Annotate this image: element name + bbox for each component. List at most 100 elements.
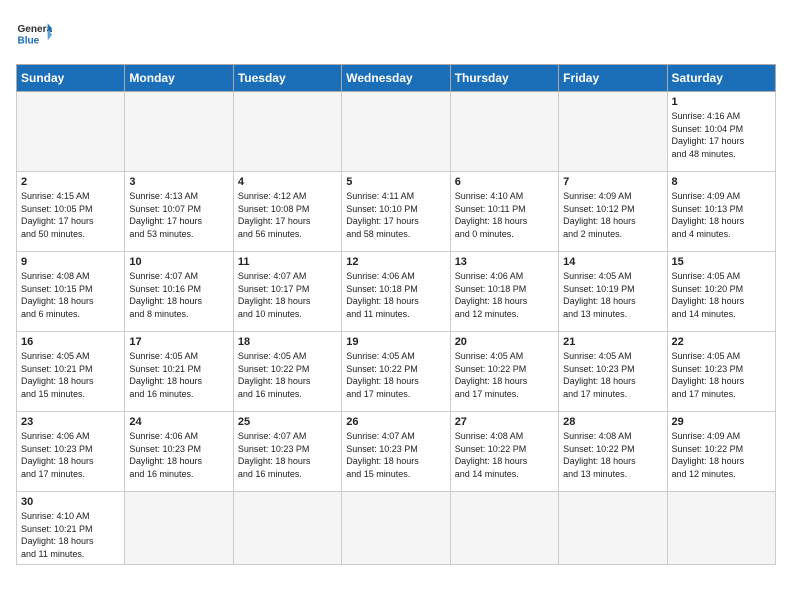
- weekday-header-row: SundayMondayTuesdayWednesdayThursdayFrid…: [17, 65, 776, 92]
- day-number: 22: [672, 336, 771, 348]
- day-number: 19: [346, 336, 445, 348]
- weekday-header-wednesday: Wednesday: [342, 65, 450, 92]
- weekday-header-thursday: Thursday: [450, 65, 558, 92]
- calendar-cell: [450, 492, 558, 565]
- calendar-cell: 6Sunrise: 4:10 AM Sunset: 10:11 PM Dayli…: [450, 172, 558, 252]
- day-number: 8: [672, 176, 771, 188]
- calendar-week-row: 9Sunrise: 4:08 AM Sunset: 10:15 PM Dayli…: [17, 252, 776, 332]
- weekday-header-sunday: Sunday: [17, 65, 125, 92]
- calendar-week-row: 2 Sunrise: 4:15 AM Sunset: 10:05 PM Dayli…: [17, 172, 776, 252]
- calendar-cell: 8 Sunrise: 4:09 AM Sunset: 10:13 PM Dayli…: [667, 172, 775, 252]
- calendar-cell: 3Sunrise: 4:13 AM Sunset: 10:07 PM Dayli…: [125, 172, 233, 252]
- day-number: 12: [346, 256, 445, 268]
- day-number: 21: [563, 336, 662, 348]
- calendar-cell: 12 Sunrise: 4:06 AM Sunset: 10:18 PM Dayl…: [342, 252, 450, 332]
- calendar-cell: 17 Sunrise: 4:05 AM Sunset: 10:21 PM Dayl…: [125, 332, 233, 412]
- day-number: 18: [238, 336, 337, 348]
- weekday-header-tuesday: Tuesday: [233, 65, 341, 92]
- calendar-cell: [125, 492, 233, 565]
- day-info: Sunrise: 4:09 AM Sunset: 10:13 PM Daylig…: [672, 190, 771, 240]
- calendar-cell: [233, 492, 341, 565]
- day-number: 10: [129, 256, 228, 268]
- day-number: 16: [21, 336, 120, 348]
- calendar-cell: 4 Sunrise: 4:12 AM Sunset: 10:08 PM Dayli…: [233, 172, 341, 252]
- day-number: 17: [129, 336, 228, 348]
- day-info: Sunrise: 4:05 AM Sunset: 10:22 PM Daylig…: [455, 350, 554, 400]
- page-header: General Blue: [16, 16, 776, 52]
- day-number: 28: [563, 416, 662, 428]
- calendar-cell: [667, 492, 775, 565]
- day-number: 11: [238, 256, 337, 268]
- day-info: Sunrise: 4:05 AM Sunset: 10:21 PM Daylig…: [21, 350, 120, 400]
- calendar-cell: [342, 492, 450, 565]
- day-number: 20: [455, 336, 554, 348]
- calendar-cell: 18Sunrise: 4:05 AM Sunset: 10:22 PM Dayl…: [233, 332, 341, 412]
- weekday-header-friday: Friday: [559, 65, 667, 92]
- calendar-table: SundayMondayTuesdayWednesdayThursdayFrid…: [16, 64, 776, 565]
- day-info: Sunrise: 4:08 AM Sunset: 10:15 PM Daylig…: [21, 270, 120, 320]
- day-info: Sunrise: 4:12 AM Sunset: 10:08 PM Daylig…: [238, 190, 337, 240]
- day-info: Sunrise: 4:10 AM Sunset: 10:11 PM Daylig…: [455, 190, 554, 240]
- day-number: 25: [238, 416, 337, 428]
- day-info: Sunrise: 4:09 AM Sunset: 10:12 PM Daylig…: [563, 190, 662, 240]
- calendar-cell: 30Sunrise: 4:10 AM Sunset: 10:21 PM Dayl…: [17, 492, 125, 565]
- calendar-cell: 20 Sunrise: 4:05 AM Sunset: 10:22 PM Dayl…: [450, 332, 558, 412]
- svg-text:General: General: [17, 24, 52, 35]
- day-number: 23: [21, 416, 120, 428]
- calendar-cell: [125, 92, 233, 172]
- calendar-cell: 13 Sunrise: 4:06 AM Sunset: 10:18 PM Dayl…: [450, 252, 558, 332]
- day-number: 15: [672, 256, 771, 268]
- calendar-cell: 23 Sunrise: 4:06 AM Sunset: 10:23 PM Dayl…: [17, 412, 125, 492]
- calendar-cell: [233, 92, 341, 172]
- calendar-cell: 22 Sunrise: 4:05 AM Sunset: 10:23 PM Dayl…: [667, 332, 775, 412]
- calendar-week-row: 23 Sunrise: 4:06 AM Sunset: 10:23 PM Dayl…: [17, 412, 776, 492]
- logo-icon: General Blue: [16, 16, 52, 52]
- day-info: Sunrise: 4:15 AM Sunset: 10:05 PM Daylig…: [21, 190, 120, 240]
- calendar-cell: 26Sunrise: 4:07 AM Sunset: 10:23 PM Dayl…: [342, 412, 450, 492]
- day-number: 3: [129, 176, 228, 188]
- day-info: Sunrise: 4:11 AM Sunset: 10:10 PM Daylig…: [346, 190, 445, 240]
- day-info: Sunrise: 4:06 AM Sunset: 10:18 PM Daylig…: [346, 270, 445, 320]
- day-number: 4: [238, 176, 337, 188]
- day-info: Sunrise: 4:07 AM Sunset: 10:16 PM Daylig…: [129, 270, 228, 320]
- weekday-header-saturday: Saturday: [667, 65, 775, 92]
- day-info: Sunrise: 4:07 AM Sunset: 10:23 PM Daylig…: [238, 430, 337, 480]
- calendar-cell: 7Sunrise: 4:09 AM Sunset: 10:12 PM Dayli…: [559, 172, 667, 252]
- calendar-cell: [17, 92, 125, 172]
- day-info: Sunrise: 4:07 AM Sunset: 10:23 PM Daylig…: [346, 430, 445, 480]
- day-info: Sunrise: 4:05 AM Sunset: 10:23 PM Daylig…: [672, 350, 771, 400]
- calendar-cell: 1Sunrise: 4:16 AM Sunset: 10:04 PM Dayli…: [667, 92, 775, 172]
- day-number: 30: [21, 496, 120, 508]
- day-info: Sunrise: 4:05 AM Sunset: 10:22 PM Daylig…: [346, 350, 445, 400]
- day-number: 1: [672, 96, 771, 108]
- calendar-cell: 25 Sunrise: 4:07 AM Sunset: 10:23 PM Dayl…: [233, 412, 341, 492]
- day-info: Sunrise: 4:05 AM Sunset: 10:20 PM Daylig…: [672, 270, 771, 320]
- day-info: Sunrise: 4:06 AM Sunset: 10:23 PM Daylig…: [21, 430, 120, 480]
- weekday-header-monday: Monday: [125, 65, 233, 92]
- day-number: 14: [563, 256, 662, 268]
- calendar-week-row: 30Sunrise: 4:10 AM Sunset: 10:21 PM Dayl…: [17, 492, 776, 565]
- calendar-cell: [342, 92, 450, 172]
- calendar-cell: [559, 92, 667, 172]
- day-info: Sunrise: 4:08 AM Sunset: 10:22 PM Daylig…: [455, 430, 554, 480]
- day-number: 29: [672, 416, 771, 428]
- day-number: 2: [21, 176, 120, 188]
- calendar-cell: 11Sunrise: 4:07 AM Sunset: 10:17 PM Dayl…: [233, 252, 341, 332]
- calendar-cell: 9Sunrise: 4:08 AM Sunset: 10:15 PM Dayli…: [17, 252, 125, 332]
- calendar-week-row: 16 Sunrise: 4:05 AM Sunset: 10:21 PM Dayl…: [17, 332, 776, 412]
- day-info: Sunrise: 4:06 AM Sunset: 10:18 PM Daylig…: [455, 270, 554, 320]
- day-number: 5: [346, 176, 445, 188]
- day-info: Sunrise: 4:06 AM Sunset: 10:23 PM Daylig…: [129, 430, 228, 480]
- calendar-cell: 21 Sunrise: 4:05 AM Sunset: 10:23 PM Dayl…: [559, 332, 667, 412]
- calendar-cell: 24Sunrise: 4:06 AM Sunset: 10:23 PM Dayl…: [125, 412, 233, 492]
- calendar-cell: 16 Sunrise: 4:05 AM Sunset: 10:21 PM Dayl…: [17, 332, 125, 412]
- calendar-cell: 2 Sunrise: 4:15 AM Sunset: 10:05 PM Dayli…: [17, 172, 125, 252]
- logo: General Blue: [16, 16, 52, 52]
- calendar-cell: 10 Sunrise: 4:07 AM Sunset: 10:16 PM Dayl…: [125, 252, 233, 332]
- svg-text:Blue: Blue: [17, 35, 39, 46]
- day-number: 13: [455, 256, 554, 268]
- calendar-cell: 29Sunrise: 4:09 AM Sunset: 10:22 PM Dayl…: [667, 412, 775, 492]
- day-info: Sunrise: 4:05 AM Sunset: 10:23 PM Daylig…: [563, 350, 662, 400]
- day-info: Sunrise: 4:05 AM Sunset: 10:21 PM Daylig…: [129, 350, 228, 400]
- calendar-cell: 19 Sunrise: 4:05 AM Sunset: 10:22 PM Dayl…: [342, 332, 450, 412]
